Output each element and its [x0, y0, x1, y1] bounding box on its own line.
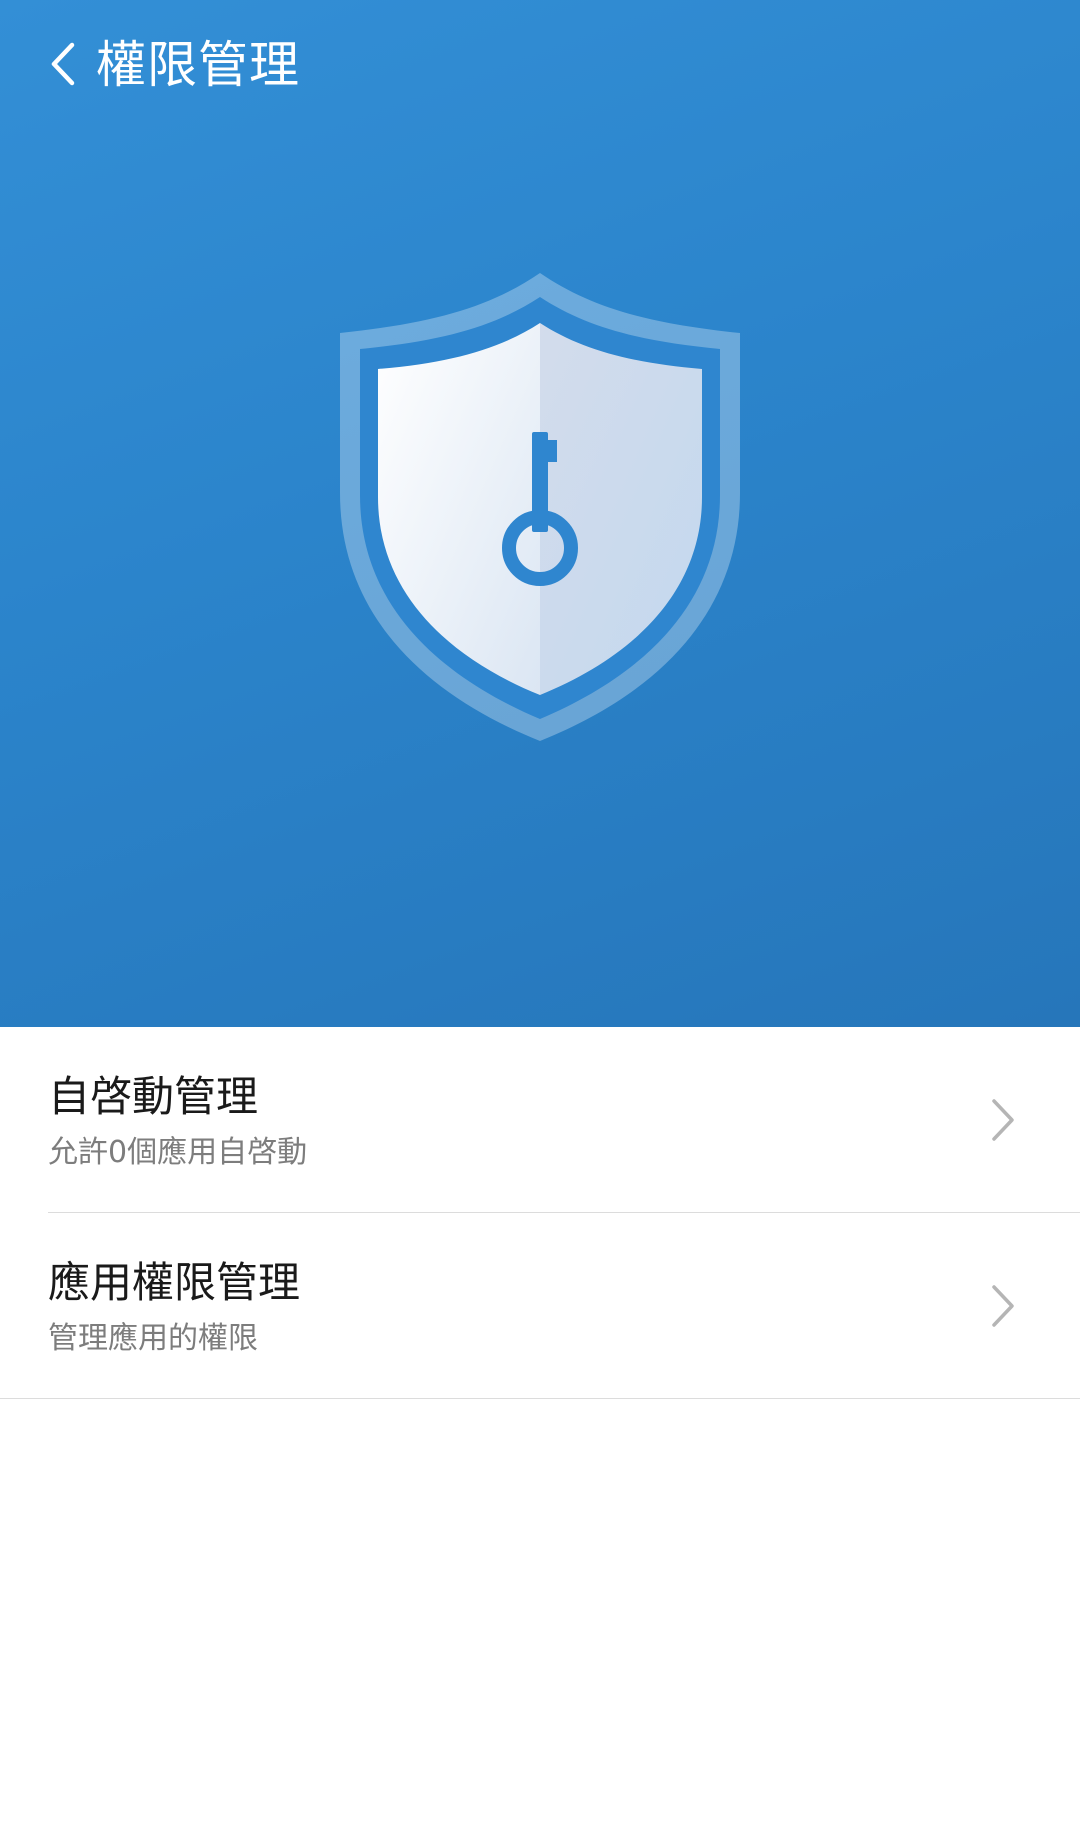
- item-subtitle: 允許0個應用自啓動: [48, 1135, 308, 1170]
- chevron-left-icon: [51, 42, 75, 86]
- item-subtitle: 管理應用的權限: [48, 1321, 258, 1356]
- chevron-right-icon: [992, 1285, 1014, 1327]
- hero-banner: 權限管理: [0, 0, 1080, 1027]
- settings-list: 自啓動管理 允許0個應用自啓動 應用權限管理 管理應用的權限: [0, 1027, 1080, 1399]
- back-button[interactable]: [30, 28, 96, 100]
- item-title: 應用權限管理: [48, 1258, 301, 1307]
- divider: [0, 1398, 1080, 1399]
- page-title: 權限管理: [96, 36, 300, 94]
- list-item-auto-start-management[interactable]: 自啓動管理 允許0個應用自啓動: [0, 1027, 1080, 1213]
- item-title: 自啓動管理: [48, 1072, 259, 1121]
- permission-management-screen: 權限管理 自啓動管理 允許0個應用自啓動 應用權限管理 管理應用的權限: [0, 0, 1080, 1837]
- top-bar: 權限管理: [0, 0, 1080, 130]
- shield-key-icon: [340, 273, 740, 741]
- chevron-right-icon: [992, 1099, 1014, 1141]
- list-item-app-permission-management[interactable]: 應用權限管理 管理應用的權限: [0, 1213, 1080, 1399]
